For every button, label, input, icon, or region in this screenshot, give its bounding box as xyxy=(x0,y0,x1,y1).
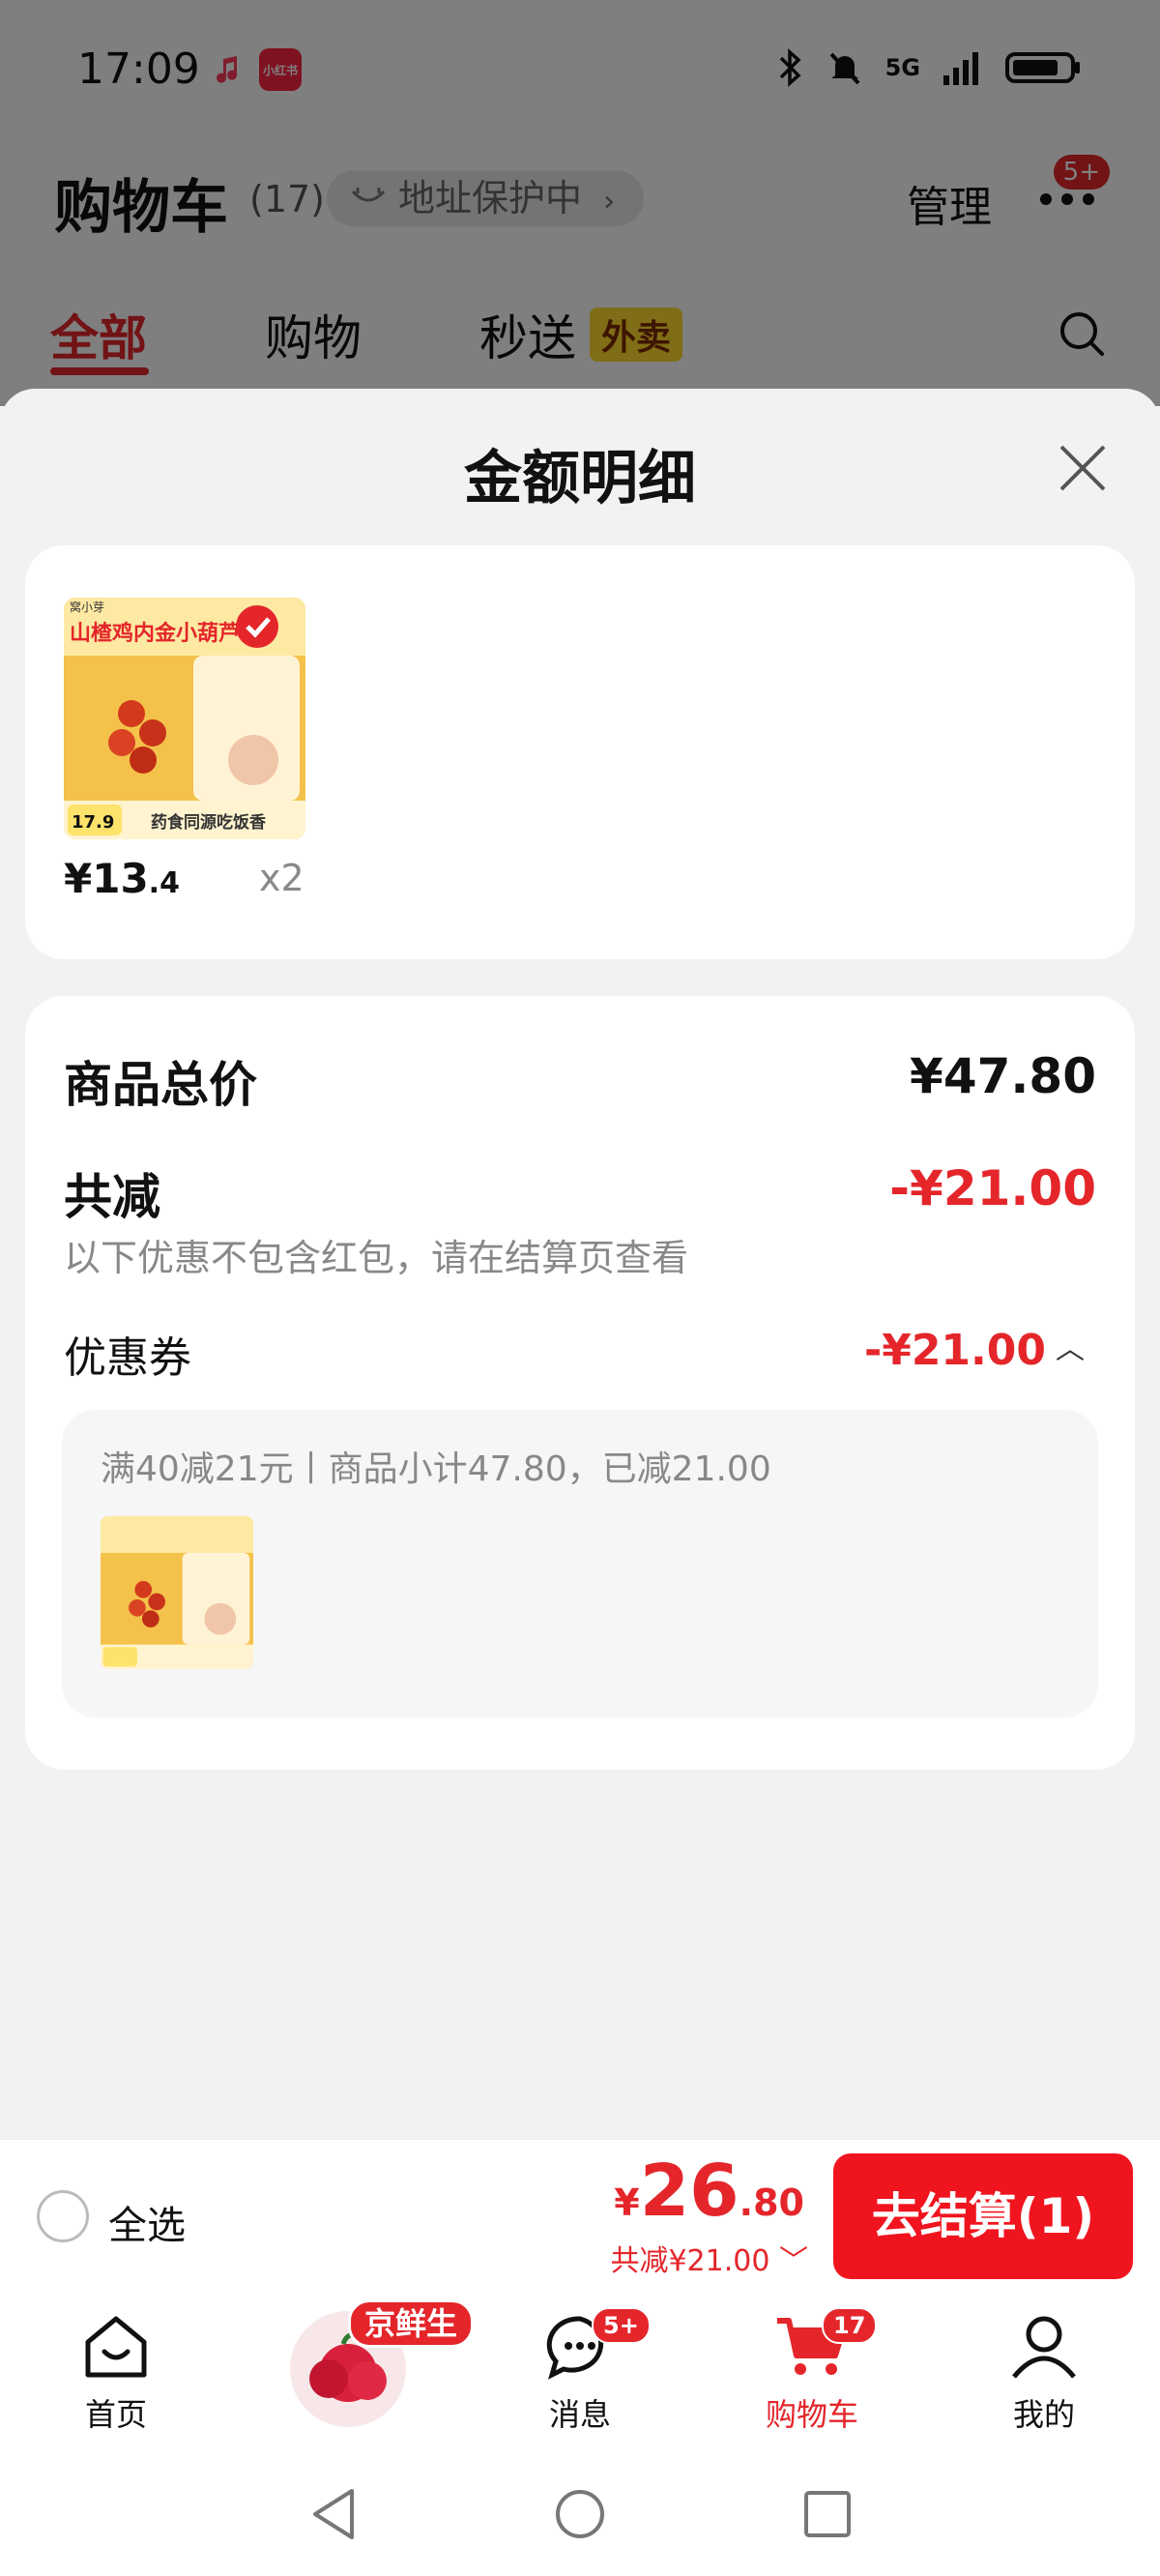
recents-square-icon[interactable] xyxy=(802,2487,853,2541)
home-icon xyxy=(85,2316,147,2378)
chevron-up-icon: ︿ xyxy=(1056,1332,1085,1366)
discount-label: 共减 xyxy=(64,1169,160,1225)
sheet-title: 金额明细 xyxy=(464,445,696,512)
bottom-tab-bar: 首页 京鲜生 消息 5+ 购物车 17 我的 xyxy=(0,2294,1160,2448)
chevron-down-icon: ﹀ xyxy=(779,2244,808,2278)
home-circle-icon[interactable] xyxy=(553,2487,607,2541)
tab-cart-label: 购物车 xyxy=(765,2396,858,2433)
tab-cart[interactable]: 购物车 17 xyxy=(715,2307,909,2435)
coupon-toggle[interactable]: -¥21.00 ︿ xyxy=(864,1325,1085,1375)
select-all-label[interactable]: 全选 xyxy=(108,2194,186,2250)
svg-text:17.9: 17.9 xyxy=(72,812,114,833)
coupon-detail-box: 满40减21元丨商品小计47.80，已减21.00 xyxy=(62,1410,1098,1717)
tab-messages[interactable]: 消息 5+ xyxy=(483,2307,677,2435)
tab-home[interactable]: 首页 xyxy=(19,2313,213,2435)
total-price: ¥26.80 xyxy=(614,2150,804,2233)
coupon-description: 满40减21元丨商品小计47.80，已减21.00 xyxy=(101,1449,771,1489)
amount-detail-sheet: 金额明细 窝小芽 山楂鸡内金小葫芦 17.9 药食同源吃饭香 ¥13.4 x2 xyxy=(0,389,1160,2139)
tab-mine[interactable]: 我的 xyxy=(947,2313,1141,2435)
coupon-product-thumbnail xyxy=(101,1516,253,1669)
checkout-button[interactable]: 去结算(1) xyxy=(833,2153,1133,2279)
profile-icon xyxy=(1012,2316,1076,2379)
svg-text:药食同源吃饭香: 药食同源吃饭香 xyxy=(151,812,266,833)
checkout-bar: 全选 ¥26.80 共减¥21.00 ﹀ 去结算(1) xyxy=(0,2139,1160,2294)
discount-value: -¥21.00 xyxy=(889,1160,1096,1216)
tab-messages-label: 消息 xyxy=(548,2396,611,2433)
discount-note: 以下优惠不包含红包，请在结算页查看 xyxy=(64,1237,689,1279)
cart-badge: 17 xyxy=(822,2307,878,2344)
coupon-value: -¥21.00 xyxy=(863,1326,1046,1375)
tab-home-label: 首页 xyxy=(84,2396,147,2433)
svg-text:窝小芽: 窝小芽 xyxy=(70,600,104,614)
back-icon[interactable] xyxy=(307,2487,360,2541)
product-image[interactable]: 窝小芽 山楂鸡内金小葫芦 17.9 药食同源吃饭香 xyxy=(64,598,305,839)
goods-total-value: ¥47.80 xyxy=(910,1048,1096,1104)
product-quantity: x2 xyxy=(259,857,304,899)
select-all-checkbox[interactable] xyxy=(37,2190,89,2242)
goods-total-label: 商品总价 xyxy=(64,1057,257,1113)
jd-fresh-tag[interactable]: 京鲜生 xyxy=(348,2299,475,2348)
messages-badge: 5+ xyxy=(592,2307,651,2344)
system-navigation-bar xyxy=(0,2448,1160,2576)
close-icon[interactable] xyxy=(1054,439,1112,497)
tab-mine-label: 我的 xyxy=(1012,2396,1075,2433)
coupon-label: 优惠券 xyxy=(64,1333,191,1383)
product-card: 窝小芽 山楂鸡内金小葫芦 17.9 药食同源吃饭香 ¥13.4 x2 xyxy=(25,545,1135,959)
modal-overlay[interactable] xyxy=(0,0,1160,406)
saved-amount-toggle[interactable]: 共减¥21.00 ﹀ xyxy=(610,2237,808,2279)
svg-text:山楂鸡内金小葫芦: 山楂鸡内金小葫芦 xyxy=(70,621,240,646)
product-price: ¥13.4 xyxy=(64,855,180,902)
price-detail-card: 商品总价 ¥47.80 共减 -¥21.00 以下优惠不包含红包，请在结算页查看… xyxy=(25,996,1135,1770)
